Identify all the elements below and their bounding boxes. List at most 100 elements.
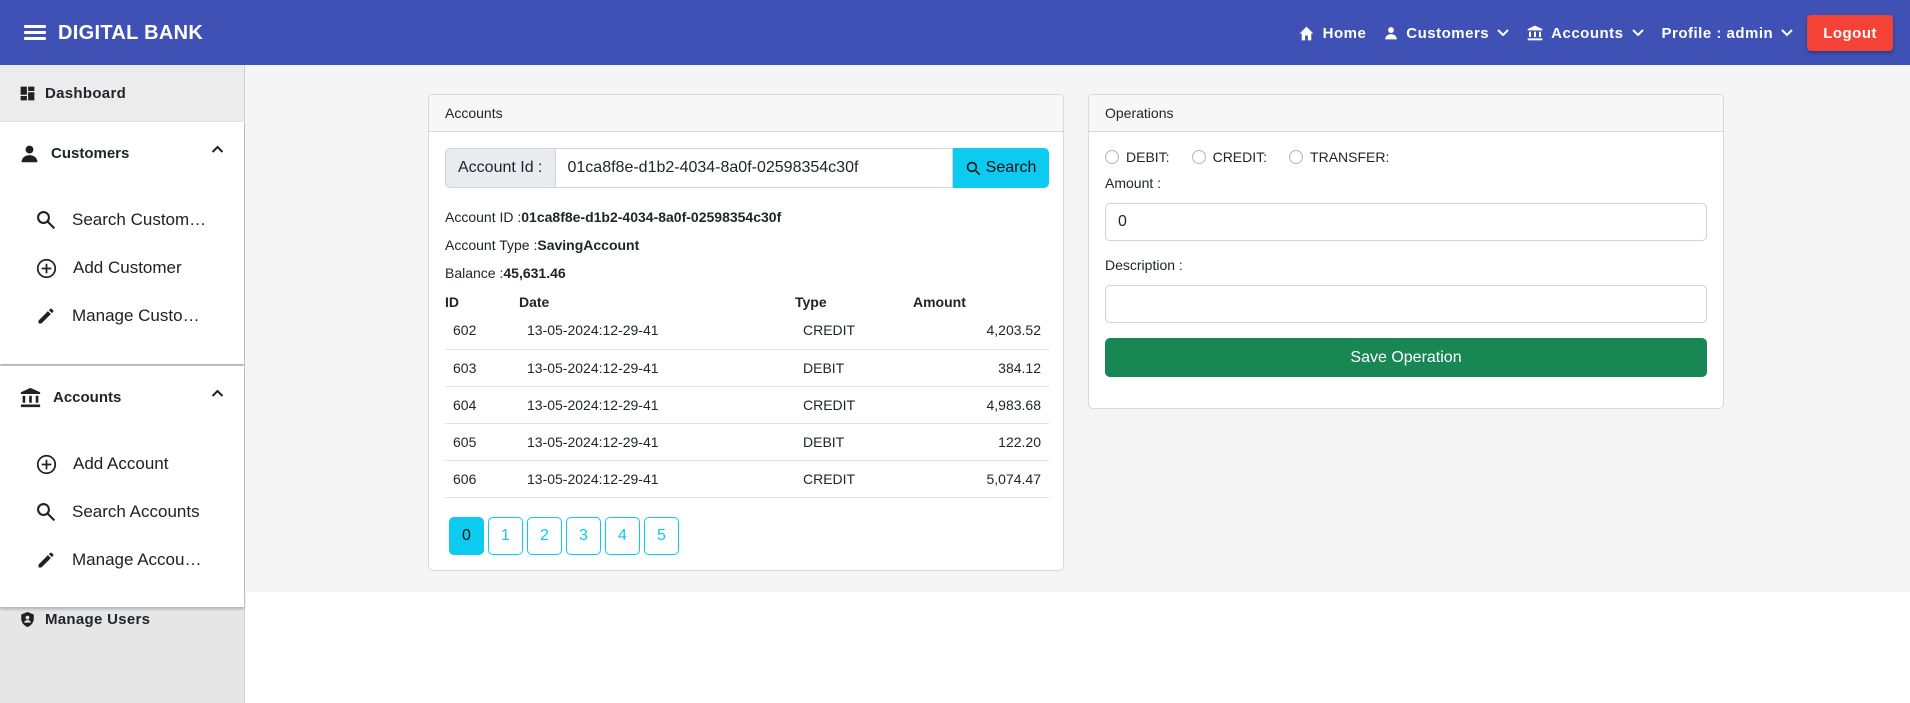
search-icon (37, 503, 56, 522)
radio-label: DEBIT: (1126, 149, 1170, 165)
sidebar-item-search-customers[interactable]: Search Custom… (0, 196, 244, 244)
cell-date: 13-05-2024:12-29-41 (519, 349, 795, 387)
sidebar-item-label: Manage Accou… (72, 550, 202, 569)
radio-circle[interactable] (1191, 150, 1206, 164)
cell-type: DEBIT (795, 423, 913, 461)
account-search-group: Account Id : Search (445, 148, 1049, 188)
account-type-caption: Account Type : (445, 237, 538, 253)
cell-type: CREDIT (795, 312, 913, 350)
page-button-0[interactable]: 0 (449, 517, 484, 555)
search-button[interactable]: Search (953, 148, 1049, 188)
cell-date: 13-05-2024:12-29-41 (519, 386, 795, 424)
nav-home[interactable]: Home (1298, 25, 1367, 42)
table-row: 603 13-05-2024:12-29-41 DEBIT 384.12 (445, 349, 1049, 387)
operation-type-radios: DEBIT: CREDIT: TRANSFER: (1105, 149, 1411, 165)
page-button-3[interactable]: 3 (566, 517, 601, 555)
description-label: Description : (1105, 257, 1183, 273)
person-icon (21, 145, 38, 162)
chevron-down-icon (1497, 29, 1509, 37)
sidebar-item-label: Add Customer (73, 258, 182, 277)
radio-debit[interactable]: DEBIT: (1105, 149, 1170, 165)
pagination: 0 1 2 3 4 5 (449, 517, 683, 555)
page-button-4[interactable]: 4 (605, 517, 640, 555)
top-nav: Home Customers Accounts Profile : admin … (1280, 15, 1893, 51)
amount-input[interactable] (1105, 203, 1707, 241)
nav-customers[interactable]: Customers (1384, 25, 1509, 42)
cell-amount: 384.12 (913, 349, 1049, 387)
shield-icon (21, 611, 34, 627)
account-id-caption: Account ID : (445, 209, 522, 225)
description-input[interactable] (1105, 285, 1707, 323)
cell-id: 606 (445, 460, 519, 498)
operations-card-header: Operations (1089, 95, 1723, 132)
page-button-5[interactable]: 5 (644, 517, 679, 555)
account-id-label: Account Id : (445, 148, 555, 188)
cell-amount: 4,983.68 (913, 386, 1049, 424)
cell-amount: 5,074.47 (913, 460, 1049, 498)
save-operation-button[interactable]: Save Operation (1105, 338, 1707, 377)
nav-home-label: Home (1322, 24, 1367, 42)
sidebar: Dashboard Customers Search Custom… Add C… (0, 65, 245, 703)
table-row: 604 13-05-2024:12-29-41 CREDIT 4,983.68 (445, 386, 1049, 424)
cell-date: 13-05-2024:12-29-41 (519, 460, 795, 498)
chevron-down-icon (1781, 29, 1793, 37)
column-header-date: Date (519, 293, 550, 310)
cell-amount: 4,203.52 (913, 312, 1049, 350)
home-icon (1299, 26, 1313, 40)
sidebar-item-add-customer[interactable]: Add Customer (0, 244, 244, 292)
amount-label: Amount : (1105, 175, 1162, 191)
menu-icon[interactable] (22, 22, 48, 44)
account-id-input[interactable] (554, 148, 953, 188)
sidebar-item-search-accounts[interactable]: Search Accounts (0, 488, 244, 536)
nav-accounts[interactable]: Accounts (1527, 25, 1644, 42)
cell-id: 602 (445, 312, 519, 350)
balance-line: Balance :45,631.46 (445, 265, 566, 281)
cell-id: 604 (445, 386, 519, 424)
customers-panel: Customers Search Custom… Add Customer Ma… (0, 122, 244, 364)
nav-profile[interactable]: Profile : admin (1662, 25, 1794, 42)
column-header-type: Type (795, 293, 827, 310)
column-header-amount: Amount (913, 293, 966, 310)
table-row: 602 13-05-2024:12-29-41 CREDIT 4,203.52 (445, 312, 1049, 350)
sidebar-item-manage-accounts[interactable]: Manage Accou… (0, 536, 244, 584)
radio-label: CREDIT: (1212, 149, 1268, 165)
sidebar-item-manage-customers[interactable]: Manage Custo… (0, 292, 244, 340)
account-type-line: Account Type :SavingAccount (445, 237, 639, 253)
sidebar-item-add-account[interactable]: Add Account (0, 440, 244, 488)
sidebar-item-label: Search Accounts (72, 502, 200, 521)
radio-credit[interactable]: CREDIT: (1191, 149, 1268, 165)
account-id-line: Account ID :01ca8f8e-d1b2-4034-8a0f-0259… (445, 209, 781, 225)
page-button-1[interactable]: 1 (488, 517, 523, 555)
nav-profile-label: Profile : admin (1661, 24, 1774, 42)
cell-id: 605 (445, 423, 519, 461)
radio-circle[interactable] (1289, 150, 1304, 164)
accounts-panel-header[interactable]: Accounts (0, 366, 244, 428)
add-circle-icon (36, 454, 57, 474)
sidebar-item-label: Dashboard (45, 84, 127, 102)
accounts-card-header: Accounts (429, 95, 1063, 132)
radio-circle[interactable] (1105, 150, 1119, 164)
cell-id: 603 (445, 349, 519, 387)
column-header-id: ID (445, 293, 459, 310)
accounts-card: Accounts Account Id : Search Account ID … (428, 94, 1064, 571)
customers-panel-header[interactable]: Customers (0, 122, 244, 184)
logout-button[interactable]: Logout (1807, 15, 1893, 51)
bank-icon (20, 387, 41, 407)
radio-label: TRANSFER: (1310, 149, 1390, 165)
chevron-up-icon (211, 145, 224, 153)
sidebar-item-dashboard[interactable]: Dashboard (0, 65, 244, 121)
dashboard-icon (20, 86, 35, 100)
customers-panel-title: Customers (51, 144, 130, 162)
page-button-2[interactable]: 2 (527, 517, 562, 555)
sidebar-item-label: Add Account (73, 454, 169, 473)
sidebar-item-manage-users[interactable]: Manage Users (0, 597, 244, 641)
person-icon (1385, 27, 1398, 40)
operations-card: Operations DEBIT: CREDIT: TRANSFER: Amou… (1088, 94, 1724, 409)
cell-type: CREDIT (795, 460, 913, 498)
cell-type: DEBIT (795, 349, 913, 387)
sidebar-item-label: Search Custom… (72, 210, 207, 229)
radio-transfer[interactable]: TRANSFER: (1289, 149, 1389, 165)
balance-caption: Balance : (445, 265, 504, 281)
sidebar-item-label: Manage Custo… (72, 306, 200, 325)
add-circle-icon (36, 258, 57, 278)
